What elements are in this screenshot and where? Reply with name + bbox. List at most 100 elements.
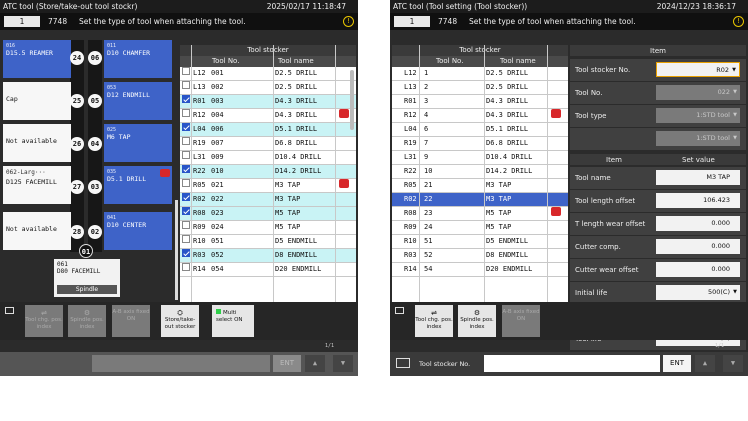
item-value-field[interactable]: 0.000: [656, 262, 740, 277]
row-checkbox[interactable]: [182, 137, 190, 145]
item-row: Tool name M3 TAP: [570, 167, 746, 190]
item-value-field[interactable]: 0.000: [656, 239, 740, 254]
item-value-field[interactable]: 106.423: [656, 193, 740, 208]
stocker-no: L04: [404, 125, 417, 133]
item-value-field[interactable]: 0.000: [656, 216, 740, 231]
item-row: 1:STD tool ▼: [570, 128, 746, 151]
store-takeout-stocker-button[interactable]: ⛭ Store/take-out stocker: [161, 305, 199, 337]
pocket-28[interactable]: Not available: [3, 212, 71, 250]
item-value-field[interactable]: 1:STD tool ▼: [656, 131, 740, 146]
pocket-25[interactable]: Cap: [3, 82, 71, 120]
pocket-number: 26: [70, 137, 84, 151]
row-checkbox[interactable]: [182, 249, 190, 257]
stocker-no: R10: [404, 237, 417, 245]
pocket-number: 06: [88, 51, 102, 65]
table-scrollbar[interactable]: [350, 70, 354, 130]
table-row[interactable]: R05 021 M3 TAP: [180, 179, 356, 193]
stocker-no: R22: [404, 167, 417, 175]
message-number[interactable]: 1: [4, 16, 40, 27]
warning-icon[interactable]: !: [343, 16, 354, 27]
up-arrow-icon[interactable]: ▲: [305, 355, 325, 372]
warning-icon[interactable]: !: [733, 16, 744, 27]
table-row[interactable]: R19 007 D6.8 DRILL: [180, 137, 356, 151]
ab-axis-fixed-button[interactable]: A-B axis fixed ON: [502, 305, 540, 337]
magazine-scrollbar[interactable]: [175, 200, 178, 300]
table-row[interactable]: L31 009 D10.4 DRILL: [180, 151, 356, 165]
table-row[interactable]: R10 051 D5 ENDMILL: [180, 235, 356, 249]
tool-chg-pos-index-button[interactable]: ⇌ Tool chg. pos. index: [415, 305, 453, 337]
down-arrow-icon[interactable]: ▼: [333, 355, 353, 372]
table-row[interactable]: R12 004 D4.3 DRILL: [180, 109, 356, 123]
spindle-tool[interactable]: 061 D80 FACEMILL Spindle: [54, 259, 120, 297]
stocker-no: L13: [404, 83, 417, 91]
tool-stocker-table: Tool stocker Tool No. Tool name L12 001 D2…: [180, 45, 356, 302]
table-row[interactable]: R08 023 M5 TAP: [180, 207, 356, 221]
pocket-06[interactable]: 011 D10 CHAMFER: [104, 40, 172, 78]
item-value-field[interactable]: 022 ▼: [656, 85, 740, 100]
pocket-24[interactable]: 016 D15.5 REAMER: [3, 40, 71, 78]
alarm-flag-icon: [339, 109, 349, 118]
item-value-field[interactable]: R02 ▼: [656, 62, 740, 77]
tool-no: 022: [211, 195, 224, 203]
spindle-pos-index-button[interactable]: ⚙ Spindle pos. index: [458, 305, 496, 337]
tool-chg-pos-index-button[interactable]: ⇌ Tool chg. pos. index: [25, 305, 63, 337]
page-icon[interactable]: [395, 307, 404, 314]
down-arrow-icon[interactable]: ▼: [723, 355, 743, 372]
row-checkbox[interactable]: [182, 123, 190, 131]
pocket-27[interactable]: 062-Larg··· D125 FACEMILL: [3, 166, 71, 204]
item-value-field[interactable]: 1:STD tool ▼: [656, 108, 740, 123]
tool-no: 7: [424, 139, 429, 147]
tool-stocker-no-input[interactable]: [484, 355, 660, 372]
tool-name: D4.3 DRILL: [275, 97, 318, 105]
row-checkbox[interactable]: [182, 179, 190, 187]
pocket-05[interactable]: 053 D12 ENDMILL: [104, 82, 172, 120]
tool-no: 2: [424, 83, 429, 91]
tool-no: 9: [424, 153, 429, 161]
table-row[interactable]: R14 054 D20 ENDMILL: [180, 263, 356, 277]
page-icon[interactable]: [5, 307, 14, 314]
datetime: 2025/02/17 11:18:47: [266, 2, 346, 11]
row-checkbox[interactable]: [182, 109, 190, 117]
ent-button[interactable]: ENT: [273, 355, 301, 372]
row-checkbox[interactable]: [182, 67, 190, 75]
table-row[interactable]: R09 024 M5 TAP: [180, 221, 356, 235]
pocket-26[interactable]: Not available: [3, 124, 71, 162]
chevron-down-icon: ▼: [733, 135, 737, 141]
pocket-03[interactable]: 035 D5.1 DRILL: [104, 166, 172, 204]
table-row[interactable]: R03 052 D8 ENDMILL: [180, 249, 356, 263]
row-checkbox[interactable]: [182, 235, 190, 243]
ab-axis-fixed-button[interactable]: A-B axis fixed ON: [112, 305, 150, 337]
stocker-no: R01: [404, 97, 417, 105]
row-checkbox[interactable]: [182, 151, 190, 159]
item-value-field[interactable]: 500(C) ▼: [656, 285, 740, 300]
row-checkbox[interactable]: [182, 95, 190, 103]
input-field[interactable]: [92, 355, 270, 372]
keyboard-icon[interactable]: [396, 358, 410, 368]
row-checkbox[interactable]: [182, 165, 190, 173]
pocket-04[interactable]: 025 M6 TAP: [104, 124, 172, 162]
row-checkbox[interactable]: [182, 81, 190, 89]
alarm-flag-icon: [551, 207, 561, 216]
item-header: Item: [570, 45, 746, 57]
tool-no: 003: [211, 97, 224, 105]
row-checkbox[interactable]: [182, 193, 190, 201]
row-checkbox[interactable]: [182, 221, 190, 229]
ent-button[interactable]: ENT: [663, 355, 691, 372]
tool-name: D10.4 DRILL: [275, 153, 322, 161]
table-row[interactable]: R22 010 D14.2 DRILL: [180, 165, 356, 179]
stocker-no: R19: [193, 139, 206, 147]
message-number[interactable]: 1: [394, 16, 430, 27]
table-row[interactable]: L12 001 D2.5 DRILL: [180, 67, 356, 81]
table-row[interactable]: L13 002 D2.5 DRILL: [180, 81, 356, 95]
item-value-field[interactable]: M3 TAP: [656, 170, 740, 185]
table-row[interactable]: R02 022 M3 TAP: [180, 193, 356, 207]
pocket-02[interactable]: 041 D10 CENTER: [104, 212, 172, 250]
row-checkbox[interactable]: [182, 263, 190, 271]
multi-select-button[interactable]: Multi select ON: [212, 305, 254, 337]
table-row[interactable]: R01 003 D4.3 DRILL: [180, 95, 356, 109]
tool-name: D4.3 DRILL: [486, 97, 529, 105]
row-checkbox[interactable]: [182, 207, 190, 215]
up-arrow-icon[interactable]: ▲: [695, 355, 715, 372]
spindle-pos-index-button[interactable]: ⚙ Spindle pos. index: [68, 305, 106, 337]
table-row[interactable]: L04 006 D5.1 DRILL: [180, 123, 356, 137]
